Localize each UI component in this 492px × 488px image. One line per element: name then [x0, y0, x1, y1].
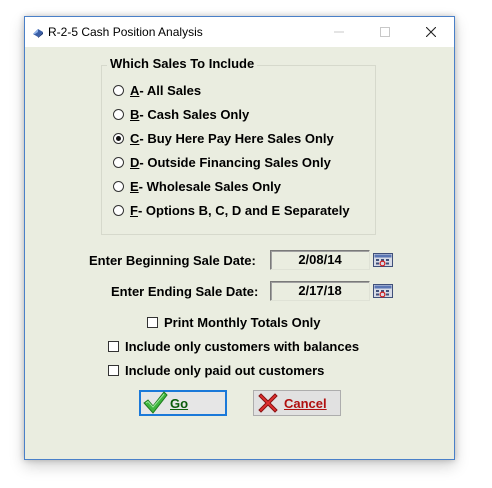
checkbox[interactable] [108, 364, 119, 376]
radio-wholesale-sales[interactable]: E - Wholesale Sales Only [113, 176, 281, 196]
radio-bhph-sales[interactable]: C - Buy Here Pay Here Sales Only [113, 128, 334, 148]
go-button[interactable]: Go [139, 390, 227, 416]
radio-button[interactable] [113, 108, 124, 120]
radio-key: A [130, 82, 140, 98]
radio-button[interactable] [113, 180, 124, 192]
radio-label: - Outside Financing Sales Only [139, 154, 331, 170]
radio-key: E [130, 178, 139, 194]
checkbox[interactable] [108, 340, 119, 352]
radio-button[interactable] [113, 84, 124, 96]
radio-key: F [130, 202, 138, 218]
maximize-button[interactable] [362, 17, 408, 47]
cancel-button[interactable]: Cancel [253, 390, 341, 416]
go-label: Go [170, 396, 189, 411]
begin-date-field[interactable]: 2/08/14 [270, 250, 370, 270]
radio-key: C [130, 130, 140, 146]
title-bar[interactable]: R-2-5 Cash Position Analysis [25, 17, 454, 47]
red-x-icon [258, 393, 278, 413]
radio-button-selected[interactable] [113, 132, 124, 144]
radio-label: - Cash Sales Only [139, 106, 250, 122]
close-button[interactable] [408, 17, 454, 47]
cancel-label: Cancel [284, 396, 327, 411]
minimize-button[interactable] [316, 17, 362, 47]
maximize-icon [380, 27, 390, 37]
checkmark-icon [143, 391, 168, 414]
radio-label: - Buy Here Pay Here Sales Only [139, 130, 334, 146]
checkbox-monthly-totals[interactable]: Print Monthly Totals Only [147, 313, 320, 331]
radio-label: - Options B, C, D and E Separately [137, 202, 350, 218]
radio-label: - All Sales [139, 82, 202, 98]
radio-all-sales[interactable]: A - All Sales [113, 80, 201, 100]
radio-outside-financing[interactable]: D - Outside Financing Sales Only [113, 152, 331, 172]
radio-label: - Wholesale Sales Only [138, 178, 281, 194]
cash-position-dialog: R-2-5 Cash Position Analysis Which Sales… [24, 16, 455, 460]
calendar-icon[interactable] [373, 284, 393, 298]
checkbox-customers-with-balances[interactable]: Include only customers with balances [108, 337, 359, 355]
radio-button[interactable] [113, 156, 124, 168]
end-date-field[interactable]: 2/17/18 [270, 281, 370, 301]
checkbox-label: Include only customers with balances [125, 338, 360, 354]
checkbox-paid-out-customers[interactable]: Include only paid out customers [108, 361, 324, 379]
end-date-label: Enter Ending Sale Date: [111, 284, 259, 299]
checkbox[interactable] [147, 316, 158, 328]
radio-button[interactable] [113, 204, 124, 216]
calendar-icon[interactable] [373, 253, 393, 267]
app-icon [33, 29, 43, 38]
radio-key: D [130, 154, 140, 170]
radio-options-separately[interactable]: F - Options B, C, D and E Separately [113, 200, 350, 220]
minimize-icon [334, 31, 344, 33]
radio-key: B [130, 106, 140, 122]
checkbox-label: Print Monthly Totals Only [164, 314, 321, 330]
window-title: R-2-5 Cash Position Analysis [48, 25, 203, 39]
radio-cash-sales[interactable]: B - Cash Sales Only [113, 104, 249, 124]
begin-date-label: Enter Beginning Sale Date: [89, 253, 256, 268]
sales-group-title: Which Sales To Include [107, 56, 258, 71]
close-icon [426, 27, 436, 37]
checkbox-label: Include only paid out customers [125, 362, 325, 378]
